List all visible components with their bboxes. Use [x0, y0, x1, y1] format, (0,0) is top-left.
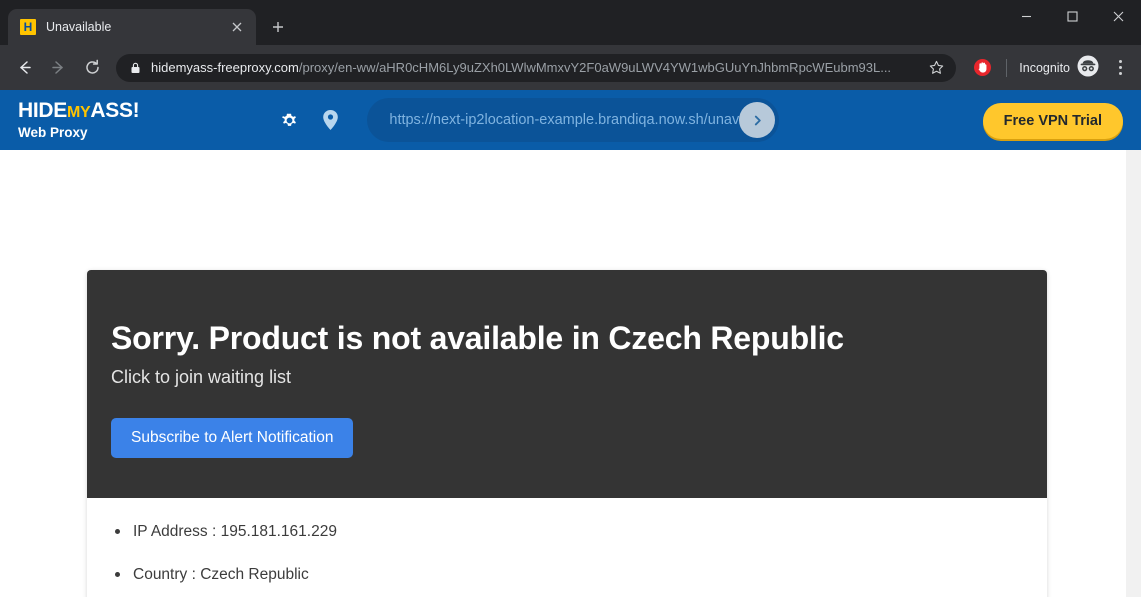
list-item: IP Address : 195.181.161.229 [111, 524, 1023, 540]
lock-icon [130, 62, 141, 74]
extension-blocker-icon[interactable] [970, 56, 994, 80]
hidemyass-logo[interactable]: HIDEMYASS! Web Proxy [18, 99, 140, 141]
incognito-indicator[interactable]: Incognito [1019, 55, 1099, 80]
logo-subtitle: Web Proxy [18, 125, 88, 141]
minimize-icon[interactable] [1003, 0, 1049, 32]
incognito-label: Incognito [1019, 60, 1070, 75]
address-path: /proxy/en-ww/aHR0cHM6Ly9uZXh0LWlwMmxvY2F… [298, 60, 892, 75]
subscribe-alert-button[interactable]: Subscribe to Alert Notification [111, 417, 354, 458]
logo-ass: ASS! [90, 99, 140, 123]
tab-title: Unavailable [46, 20, 112, 34]
logo-wordmark: HIDEMYASS! [18, 99, 140, 123]
browser-window: H Unavailable hidemyass-freeproxy.com/pr… [0, 0, 1141, 597]
browser-tab[interactable]: H Unavailable [8, 9, 256, 45]
chevron-right-icon[interactable] [739, 102, 776, 138]
tab-strip: H Unavailable [0, 0, 292, 45]
list-item: Country : Czech Republic [111, 567, 1023, 583]
page-scrollbar[interactable] [1126, 150, 1141, 597]
proxy-url-input[interactable]: https://next-ip2location-example.brandiq… [367, 98, 780, 142]
page-viewport: HIDEMYASS! Web Proxy https://next-ip2loc… [0, 90, 1141, 597]
star-icon[interactable] [929, 60, 944, 75]
site-content: Sorry. Product is not available in Czech… [0, 150, 1141, 597]
address-host: hidemyass-freeproxy.com [151, 60, 299, 75]
ip-details-panel: IP Address : 195.181.161.229 Country : C… [87, 497, 1047, 597]
close-icon[interactable] [228, 18, 246, 36]
product-unavailable-card: Sorry. Product is not available in Czech… [87, 270, 1047, 597]
browser-titlebar: H Unavailable [0, 0, 1141, 45]
incognito-spy-icon [1077, 55, 1099, 80]
new-tab-button[interactable] [264, 13, 292, 41]
page-subtitle: Click to join waiting list [111, 366, 292, 387]
free-vpn-trial-button[interactable]: Free VPN Trial [982, 103, 1123, 139]
hidemyass-favicon-icon: H [20, 19, 36, 35]
map-pin-icon[interactable] [322, 109, 339, 131]
reload-icon[interactable] [76, 52, 108, 84]
proxy-url-value: https://next-ip2location-example.brandiq… [389, 112, 740, 128]
window-controls [1003, 0, 1141, 32]
address-bar-url: hidemyass-freeproxy.com/proxy/en-ww/aHR0… [151, 60, 919, 75]
address-bar[interactable]: hidemyass-freeproxy.com/proxy/en-ww/aHR0… [116, 53, 957, 82]
maximize-icon[interactable] [1049, 0, 1095, 32]
hero-panel: Sorry. Product is not available in Czech… [87, 270, 1047, 498]
gear-icon[interactable] [279, 110, 300, 131]
browser-toolbar: hidemyass-freeproxy.com/proxy/en-ww/aHR0… [0, 45, 1141, 90]
logo-my: MY [66, 104, 91, 122]
ip-details-list: IP Address : 195.181.161.229 Country : C… [111, 524, 1023, 597]
logo-hide: HIDE [18, 99, 67, 123]
page-title: Sorry. Product is not available in Czech… [111, 320, 844, 356]
close-icon[interactable] [1095, 0, 1141, 32]
hidemyass-proxy-bar: HIDEMYASS! Web Proxy https://next-ip2loc… [0, 90, 1141, 175]
back-arrow-icon[interactable] [8, 52, 40, 84]
forward-arrow-icon [42, 52, 74, 84]
three-dot-menu-icon[interactable] [1107, 53, 1133, 83]
proxy-bar-icons [279, 109, 339, 131]
toolbar-divider [1006, 58, 1008, 77]
